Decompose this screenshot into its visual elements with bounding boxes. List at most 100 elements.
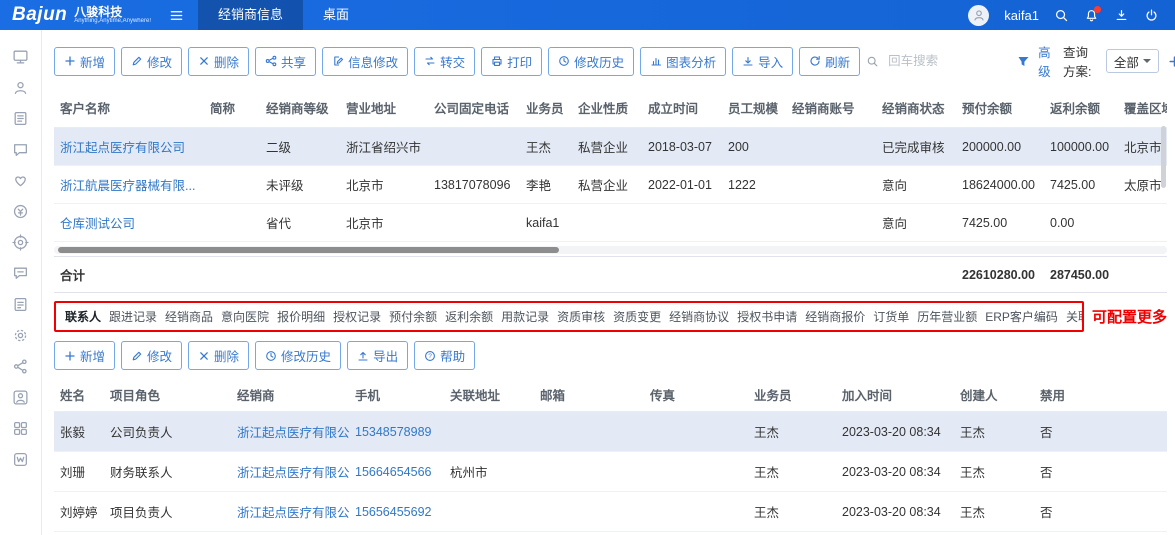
distributor-row[interactable]: 浙江航晨医疗器械有限... 未评级 北京市 13817078096 李艳 私营企… [54,166,1167,204]
contact-delete-button[interactable]: 删除 [188,341,249,370]
cell-mobile[interactable]: 15348578989 [349,412,444,452]
detail-tab[interactable]: 跟进记录 [105,308,161,325]
add-scheme-icon[interactable] [1168,55,1175,68]
detail-tab[interactable]: 历年营业额 [913,308,981,325]
edit-button[interactable]: 修改 [121,47,182,76]
share-button[interactable]: 共享 [255,47,316,76]
cell-mobile[interactable]: 16568453238 [349,532,444,535]
import-button[interactable]: 导入 [732,47,793,76]
cell-salesperson: kaifa1 [520,204,572,242]
vertical-scrollbar[interactable] [1161,126,1166,188]
cell-customer-name[interactable]: 仓库测试公司 [54,204,204,242]
detail-tab[interactable]: 授权书申请 [733,308,801,325]
export-button[interactable]: 导出 [347,341,408,370]
workbench-icon[interactable] [12,451,29,468]
distributor-row[interactable]: 浙江起点医疗有限公司 二级 浙江省绍兴市 王杰 私营企业 2018-03-07 … [54,128,1167,166]
contact-row[interactable]: 吴霞 订单处理人 浙江起点医疗有限公司 16568453238 王杰 2023-… [54,532,1167,535]
tab-desktop[interactable]: 桌面 [303,0,369,30]
cell-customer-name[interactable]: 浙江航晨医疗器械有限... [54,166,204,204]
cell-distributor[interactable]: 浙江起点医疗有限公司 [231,452,349,492]
profile-icon[interactable] [12,389,29,406]
search-icon[interactable] [1054,8,1069,23]
cell-salesperson: 王杰 [748,492,836,532]
monitor-icon[interactable] [12,48,29,65]
distributor-row[interactable]: 贵州 未评级 北京市 李艳 意向 0.00 0.00 [54,242,1167,245]
detail-tab[interactable]: 预付余额 [385,308,441,325]
messages-icon[interactable] [12,265,29,282]
column-header: 邮箱 [534,378,644,412]
print-button[interactable]: 打印 [481,47,542,76]
detail-tab[interactable]: 经销商报价 [801,308,869,325]
contact-history-button[interactable]: 修改历史 [255,341,341,370]
edit-history-button[interactable]: 修改历史 [548,47,634,76]
detail-tab[interactable]: 资质审核 [553,308,609,325]
forms-icon[interactable] [12,296,29,313]
apps-icon[interactable] [12,420,29,437]
contacts-icon[interactable] [12,79,29,96]
cell-mobile[interactable]: 15664654566 [349,452,444,492]
query-scheme-value: 全部 [1114,52,1139,71]
favorites-icon[interactable] [12,172,29,189]
cell-disabled: 否 [1034,492,1167,532]
detail-tab[interactable]: 返利余额 [441,308,497,325]
horizontal-scrollbar-thumb[interactable] [58,247,559,253]
share-icon[interactable] [12,358,29,375]
cell-customer-name[interactable]: 浙江起点医疗有限公司 [54,128,204,166]
detail-tab[interactable]: 关联公司 [1062,308,1084,325]
chat-icon[interactable] [12,141,29,158]
contact-row[interactable]: 刘珊 财务联系人 浙江起点医疗有限公司 15664654566 杭州市 王杰 2… [54,452,1167,492]
query-scheme-label: 查询方案: [1063,42,1097,80]
cell-customer-name[interactable]: 贵州 [54,242,204,245]
query-scheme-select[interactable]: 全部 [1106,49,1159,73]
distributor-row[interactable]: 仓库测试公司 省代 北京市 kaifa1 意向 7425.00 [54,204,1167,242]
refresh-button[interactable]: 刷新 [799,47,860,76]
cell-address: 北京市 [340,242,428,245]
chart-analysis-button[interactable]: 图表分析 [640,47,726,76]
detail-tab[interactable]: 资质变更 [609,308,665,325]
power-icon[interactable] [1144,8,1159,23]
menu-toggle-icon[interactable] [169,8,184,23]
contact-add-button[interactable]: 新增 [54,341,115,370]
username-label[interactable]: kaifa1 [1004,8,1039,23]
download-icon[interactable] [1114,8,1129,23]
help-button[interactable]: ?帮助 [414,341,475,370]
cell-contact-name: 刘珊 [54,452,104,492]
contact-row[interactable]: 刘婷婷 项目负责人 浙江起点医疗有限公司 15656455692 王杰 2023… [54,492,1167,532]
detail-tab[interactable]: 报价明细 [273,308,329,325]
cell-staff-size [722,242,786,245]
news-icon[interactable] [12,110,29,127]
cell-distributor[interactable]: 浙江起点医疗有限公司 [231,492,349,532]
detail-tab[interactable]: ERP客户编码 [981,308,1062,325]
detail-tab[interactable]: 授权记录 [329,308,385,325]
detail-tab[interactable]: 用款记录 [497,308,553,325]
detail-tab[interactable]: 经销商品 [161,308,217,325]
target-icon[interactable] [12,234,29,251]
detail-tab[interactable]: 经销商协议 [665,308,733,325]
detail-tabs-row: 联系人跟进记录经销商品意向医院报价明细授权记录预付余额返利余额用款记录资质审核资… [54,301,1167,332]
info-edit-button[interactable]: 信息修改 [322,47,408,76]
cell-related-address: 杭州市 [444,452,534,492]
svg-text:?: ? [428,353,432,360]
tab-distributor-info[interactable]: 经销商信息 [198,0,303,30]
detail-tab[interactable]: 联系人 [61,308,105,325]
horizontal-scrollbar-track[interactable] [54,246,1167,254]
finance-icon[interactable] [12,203,29,220]
settings-icon[interactable] [12,327,29,344]
user-avatar[interactable] [968,5,989,26]
filter-icon[interactable] [1017,55,1029,67]
cell-mobile[interactable]: 15656455692 [349,492,444,532]
transfer-button[interactable]: 转交 [414,47,475,76]
cell-distributor[interactable]: 浙江起点医疗有限公司 [231,532,349,535]
cell-join-time: 2023-03-20 08:34 [836,492,954,532]
contact-edit-button[interactable]: 修改 [121,341,182,370]
advanced-search-link[interactable]: 高级 [1038,42,1054,80]
bell-icon[interactable] [1084,8,1099,23]
add-button[interactable]: 新增 [54,47,115,76]
delete-button[interactable]: 删除 [188,47,249,76]
detail-tab[interactable]: 意向医院 [217,308,273,325]
column-header: 简称 [204,88,260,128]
cell-distributor[interactable]: 浙江起点医疗有限公司 [231,412,349,452]
search-input[interactable] [888,54,1008,68]
contact-row[interactable]: 张毅 公司负责人 浙江起点医疗有限公司 15348578989 王杰 2023-… [54,412,1167,452]
detail-tab[interactable]: 订货单 [869,308,913,325]
